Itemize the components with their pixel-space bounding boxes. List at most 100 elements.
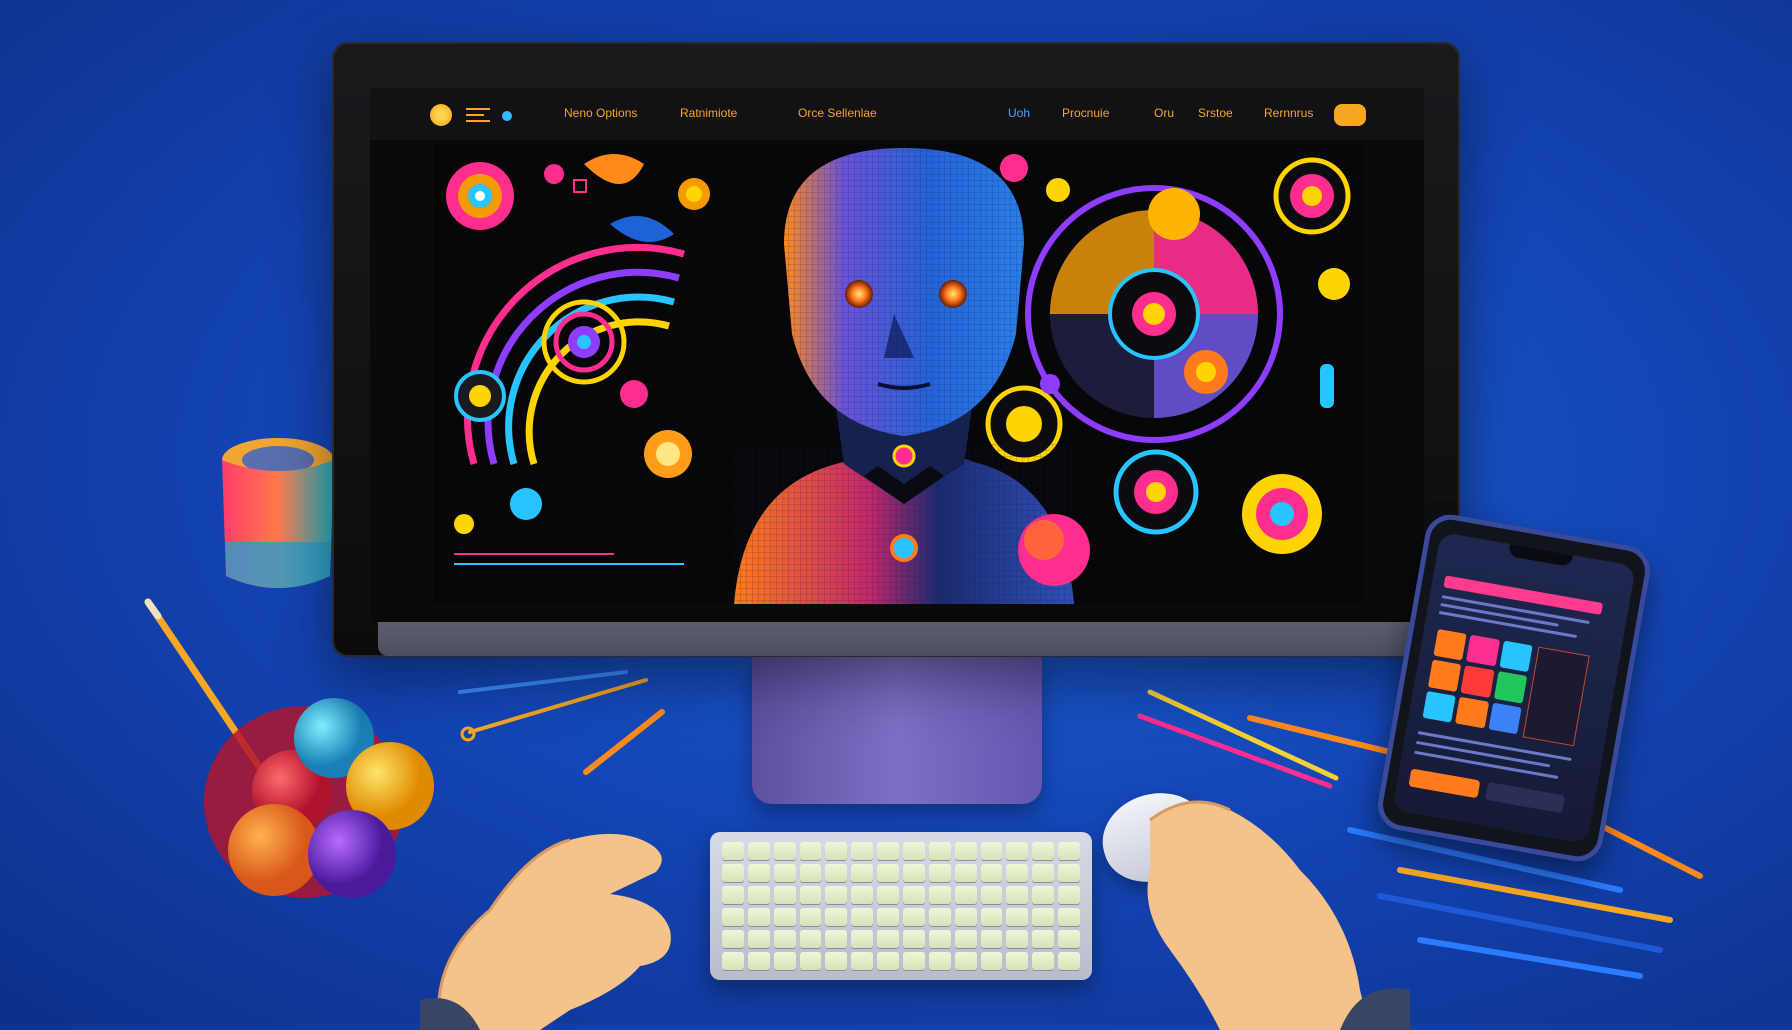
nav-link-6[interactable]: Oru [1154, 106, 1174, 120]
phone-secondary-button[interactable] [1485, 781, 1566, 814]
keyboard-key[interactable] [825, 864, 848, 882]
keyboard-key[interactable] [980, 952, 1003, 970]
keyboard-key[interactable] [877, 930, 899, 948]
keyboard-key[interactable] [851, 886, 874, 904]
keyboard-key[interactable] [851, 930, 874, 948]
keyboard-key[interactable] [903, 952, 925, 970]
keyboard-key[interactable] [799, 886, 822, 904]
phone-primary-button[interactable] [1408, 768, 1481, 799]
keyboard-key[interactable] [1032, 908, 1055, 926]
keyboard-key[interactable] [877, 908, 899, 926]
keyboard-key[interactable] [928, 952, 951, 970]
keyboard-key[interactable] [773, 908, 796, 926]
keyboard-key[interactable] [903, 886, 925, 904]
keyboard-key[interactable] [1058, 952, 1080, 970]
keyboard-key[interactable] [980, 864, 1003, 882]
keyboard-key[interactable] [903, 908, 925, 926]
keyboard-key[interactable] [851, 842, 874, 860]
keyboard-key[interactable] [1032, 930, 1055, 948]
nav-link-5[interactable]: Procnuie [1062, 106, 1109, 120]
keyboard-key[interactable] [799, 842, 822, 860]
keyboard-key[interactable] [747, 908, 770, 926]
cta-button[interactable] [1334, 104, 1366, 126]
phone-side-panel [1522, 646, 1590, 747]
keyboard-key[interactable] [773, 864, 796, 882]
keyboard-key[interactable] [980, 908, 1003, 926]
keyboard-key[interactable] [1006, 908, 1029, 926]
keyboard-key[interactable] [928, 842, 951, 860]
keyboard-key[interactable] [773, 842, 796, 860]
keyboard-key[interactable] [877, 886, 899, 904]
keyboard-key[interactable] [799, 952, 822, 970]
keyboard-key[interactable] [928, 886, 951, 904]
keyboard-key[interactable] [980, 930, 1003, 948]
keyboard-key[interactable] [773, 930, 796, 948]
keyboard-key[interactable] [722, 930, 744, 948]
keyboard-key[interactable] [903, 930, 925, 948]
keyboard-key[interactable] [773, 886, 796, 904]
keyboard-key[interactable] [877, 864, 899, 882]
keyboard-key[interactable] [954, 842, 977, 860]
keyboard-key[interactable] [825, 952, 848, 970]
keyboard-key[interactable] [954, 908, 977, 926]
keyboard-key[interactable] [825, 908, 848, 926]
keyboard-key[interactable] [799, 930, 822, 948]
keyboard-key[interactable] [877, 842, 899, 860]
nav-link-8[interactable]: Rernnrus [1264, 106, 1313, 120]
keyboard-key[interactable] [1006, 886, 1029, 904]
keyboard-key[interactable] [851, 952, 874, 970]
keyboard-key[interactable] [1006, 842, 1029, 860]
keyboard-key[interactable] [825, 842, 848, 860]
keyboard-key[interactable] [928, 864, 951, 882]
keyboard-key[interactable] [928, 908, 951, 926]
keyboard-key[interactable] [722, 842, 744, 860]
keyboard-key[interactable] [1058, 886, 1080, 904]
keyboard-key[interactable] [928, 930, 951, 948]
keyboard-key[interactable] [1032, 864, 1055, 882]
keyboard-key[interactable] [954, 864, 977, 882]
keyboard-key[interactable] [954, 930, 977, 948]
keyboard-key[interactable] [903, 864, 925, 882]
hamburger-menu-icon[interactable] [466, 108, 490, 122]
keyboard-key[interactable] [1006, 930, 1029, 948]
keyboard-key[interactable] [747, 886, 770, 904]
keyboard-key[interactable] [825, 930, 848, 948]
desk-pencils-right [1137, 689, 1393, 789]
keyboard-key[interactable] [747, 952, 770, 970]
nav-link-3[interactable]: Orce Sellenlae [798, 106, 877, 120]
keyboard-key[interactable] [747, 930, 770, 948]
keyboard-key[interactable] [1006, 864, 1029, 882]
nav-link-2[interactable]: Ratnimiote [680, 106, 737, 120]
keyboard-key[interactable] [1058, 908, 1080, 926]
keyboard-key[interactable] [1032, 886, 1055, 904]
keyboard-key[interactable] [851, 864, 874, 882]
keyboard-key[interactable] [799, 864, 822, 882]
keyboard-key[interactable] [877, 952, 899, 970]
keyboard-key[interactable] [980, 886, 1003, 904]
keyboard-key[interactable] [1032, 952, 1055, 970]
keyboard-key[interactable] [954, 952, 977, 970]
keyboard-key[interactable] [747, 842, 770, 860]
keyboard-key[interactable] [1006, 952, 1029, 970]
keyboard-key[interactable] [722, 908, 744, 926]
keyboard-key[interactable] [773, 952, 796, 970]
circle-logo-icon[interactable] [430, 104, 452, 126]
keyboard-key[interactable] [851, 908, 874, 926]
keyboard-key[interactable] [1058, 864, 1080, 882]
keyboard-key[interactable] [903, 842, 925, 860]
keyboard[interactable] [710, 832, 1092, 980]
keyboard-key[interactable] [980, 842, 1003, 860]
keyboard-key[interactable] [1058, 842, 1080, 860]
keyboard-key[interactable] [799, 908, 822, 926]
keyboard-key[interactable] [1058, 930, 1080, 948]
keyboard-key[interactable] [722, 886, 744, 904]
keyboard-key[interactable] [722, 864, 744, 882]
keyboard-key[interactable] [954, 886, 977, 904]
keyboard-key[interactable] [1032, 842, 1055, 860]
nav-link-7[interactable]: Srstoe [1198, 106, 1233, 120]
nav-link-1[interactable]: Nenо Options [564, 106, 637, 120]
nav-link-4[interactable]: Uoh [1008, 106, 1030, 120]
keyboard-key[interactable] [825, 886, 848, 904]
keyboard-key[interactable] [722, 952, 744, 970]
keyboard-key[interactable] [747, 864, 770, 882]
